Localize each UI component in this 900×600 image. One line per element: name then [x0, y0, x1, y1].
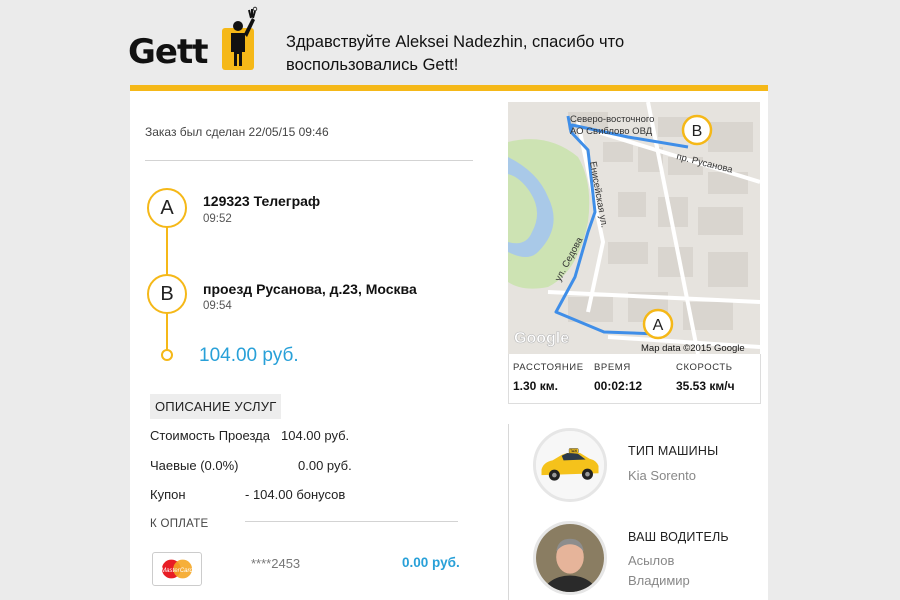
car-model: Kia Sorento: [628, 468, 696, 483]
pickup-marker: A: [147, 188, 187, 228]
stat-time: ВРЕМЯ 00:02:12: [594, 362, 642, 393]
coupon-value: - 104.00 бонусов: [245, 487, 346, 502]
dropoff-marker: B: [147, 274, 187, 314]
stat-time-header: ВРЕМЯ: [594, 362, 631, 373]
dropoff-time: 09:54: [203, 300, 232, 312]
svg-text:Северо-восточного: Северо-восточного: [570, 114, 654, 125]
svg-text:Google: Google: [514, 330, 569, 347]
gett-mascot-icon: [222, 6, 258, 70]
route-map[interactable]: Северо-восточного АО Свиблово ОВД пр. Ру…: [508, 102, 760, 354]
driver-last-name: Асылов: [628, 553, 675, 568]
mastercard-logo: MasterCard: [161, 559, 194, 579]
fare-label: Стоимость Проезда: [150, 428, 270, 443]
car-type-header: ТИП МАШИНЫ: [628, 444, 719, 458]
fare-value: 104.00 руб.: [281, 428, 350, 443]
greeting-line-2: воспользовались Gett!: [286, 56, 459, 74]
pay-amount: 0.00 руб.: [402, 555, 460, 570]
taxi-car-icon: TAXI: [536, 431, 604, 499]
stat-time-value: 00:02:12: [594, 379, 643, 393]
stat-distance-header: РАССТОЯНИЕ: [513, 362, 584, 373]
svg-text:АО Свиблово ОВД: АО Свиблово ОВД: [570, 126, 653, 137]
svg-text:MasterCard: MasterCard: [161, 567, 194, 574]
total-price: 104.00 руб.: [199, 345, 299, 366]
stat-distance: РАССТОЯНИЕ 1.30 км.: [513, 362, 584, 393]
svg-text:B: B: [692, 123, 703, 140]
timeline-end-dot: [161, 349, 173, 361]
driver-avatar: [533, 521, 607, 595]
svg-text:Map data ©2015 Google: Map data ©2015 Google: [641, 343, 745, 354]
svg-text:A: A: [653, 317, 664, 334]
mastercard-icon: MasterCard: [152, 552, 202, 586]
svg-text:TAXI: TAXI: [570, 449, 577, 453]
greeting-text: Здравствуйте Aleksei Nadezhin, спасибо ч…: [286, 31, 706, 77]
driver-header: ВАШ ВОДИТЕЛЬ: [628, 530, 729, 544]
coupon-label: Купон: [150, 487, 186, 502]
stat-distance-value: 1.30 км.: [513, 379, 558, 393]
card-number: ****2453: [251, 556, 301, 571]
to-pay-label: К ОПЛАТЕ: [150, 518, 209, 530]
services-section-label: ОПИСАНИЕ УСЛУГ: [150, 394, 282, 419]
map-canvas: Северо-восточного АО Свиблово ОВД пр. Ру…: [508, 102, 760, 354]
stat-speed-header: СКОРОСТЬ: [676, 362, 733, 373]
column-divider: [508, 424, 509, 600]
pickup-address: 129323 Телеграф: [203, 193, 321, 209]
stat-speed-value: 35.53 км/ч: [676, 379, 735, 393]
driver-name: Асылов Владимир: [628, 551, 748, 591]
pickup-time: 09:52: [203, 213, 232, 225]
greeting-line-1: Здравствуйте Aleksei Nadezhin, спасибо ч…: [286, 33, 625, 51]
driver-first-name: Владимир: [628, 573, 690, 588]
dropoff-address: проезд Русанова, д.23, Москва: [203, 281, 417, 297]
car-image: TAXI: [533, 428, 607, 502]
divider: [245, 521, 458, 522]
tip-value: 0.00 руб.: [298, 458, 352, 473]
stat-speed: СКОРОСТЬ 35.53 км/ч: [676, 362, 735, 393]
gett-logo[interactable]: Gett: [128, 6, 268, 72]
header: Gett Здравствуйте Aleksei Nadezhin, спас…: [0, 0, 900, 92]
trip-stats: РАССТОЯНИЕ 1.30 км. ВРЕМЯ 00:02:12 СКОРО…: [508, 354, 761, 404]
driver-photo: [536, 524, 604, 592]
divider: [145, 160, 473, 161]
logo-text: Gett: [128, 32, 208, 72]
tip-label: Чаевые (0.0%): [150, 458, 239, 473]
order-date: Заказ был сделан 22/05/15 09:46: [145, 125, 329, 139]
